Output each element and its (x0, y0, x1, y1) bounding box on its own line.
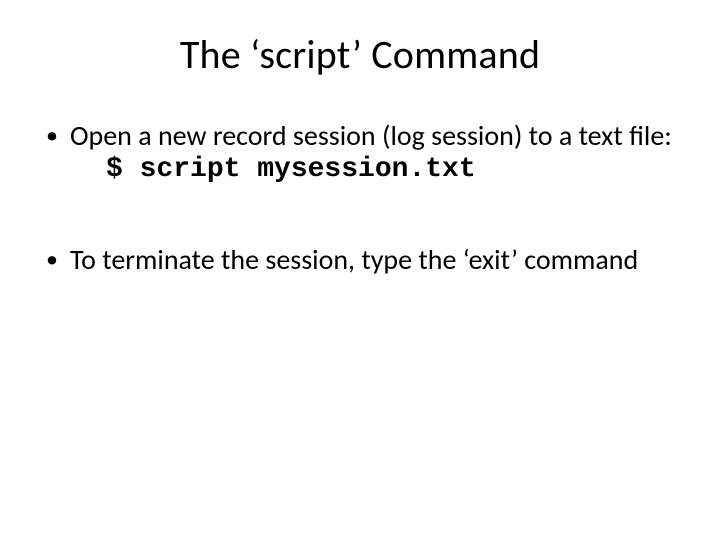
slide-title: The ‘script’ Command (40, 30, 680, 79)
list-item: To terminate the session, type the ‘exit… (40, 243, 680, 277)
bullet-text: To terminate the session, type the ‘exit… (70, 243, 680, 277)
bullet-text: Open a new record session (log session) … (70, 119, 680, 153)
slide: The ‘script’ Command Open a new record s… (0, 0, 720, 540)
list-item: Open a new record session (log session) … (40, 119, 680, 187)
code-line: $ script mysession.txt (106, 153, 680, 187)
bullet-list: Open a new record session (log session) … (40, 119, 680, 277)
